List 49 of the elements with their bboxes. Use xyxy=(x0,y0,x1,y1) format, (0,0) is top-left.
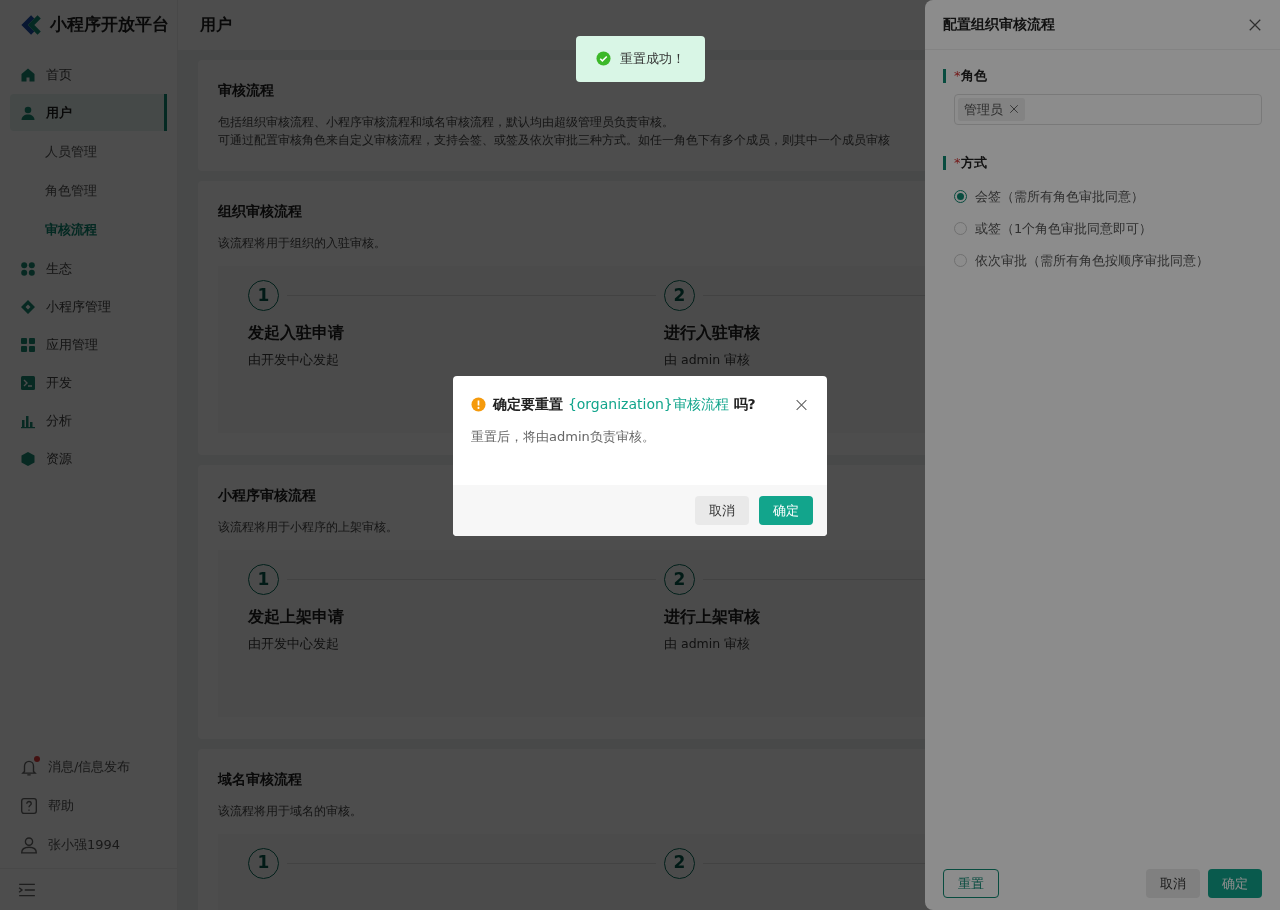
tag-input-field[interactable]: 管理员 xyxy=(954,93,1262,125)
role-tag: 管理员 xyxy=(958,97,1025,121)
radio-button[interactable] xyxy=(954,254,967,267)
logo-text: 小程序开放平台 xyxy=(50,13,169,37)
radio-button[interactable] xyxy=(954,190,967,203)
field-marker xyxy=(943,68,946,83)
sidebar-subitem[interactable]: 审核流程 xyxy=(0,210,177,249)
section-title: 小程序审核流程 xyxy=(218,485,317,505)
radio-label: 或签（1个角色审批同意即可） xyxy=(975,219,1153,238)
remove-icon[interactable] xyxy=(1009,104,1019,115)
home-icon xyxy=(20,66,36,83)
close-button[interactable] xyxy=(1248,17,1262,32)
warning-icon xyxy=(471,397,486,412)
terminal-icon xyxy=(20,374,36,391)
dialog-title: 确定要重置 {organization}审核流程 吗? xyxy=(493,395,757,414)
step-title: 发起入驻申请 xyxy=(248,322,345,344)
user-icon xyxy=(20,104,36,121)
person-icon xyxy=(20,835,38,854)
radio-button[interactable] xyxy=(954,222,967,235)
radio-label: 依次审批（需所有角色按顺序审批同意） xyxy=(975,251,1209,270)
four-dots-icon xyxy=(20,260,36,277)
cube-icon xyxy=(20,450,36,467)
section-title: 域名审核流程 xyxy=(218,769,303,789)
drawer-title: 配置组织审核流程 xyxy=(943,15,1055,34)
sidebar-item[interactable]: 用户 xyxy=(10,94,167,131)
close-icon xyxy=(795,397,808,412)
check-circle-icon xyxy=(596,51,611,67)
cancel-button[interactable]: 取消 xyxy=(695,495,749,525)
grid-icon xyxy=(20,336,36,353)
reset-button[interactable]: 重置 xyxy=(943,868,999,898)
close-icon xyxy=(1248,17,1262,32)
diamond-icon xyxy=(20,298,36,315)
step-title: 进行上架审核 xyxy=(664,605,761,628)
field-marker xyxy=(943,155,946,170)
toast: 重置成功！ xyxy=(576,36,705,82)
dialog-message: 重置后，将由admin负责审核。 xyxy=(470,428,656,446)
radio-label: 会签（需所有角色审批同意） xyxy=(975,187,1144,206)
card-title: 审核流程 xyxy=(218,81,275,100)
sidebar-item[interactable]: 资源 xyxy=(10,440,167,477)
step-title: 发起上架申请 xyxy=(248,605,345,628)
cancel-button[interactable]: 取消 xyxy=(1146,868,1200,898)
field-label: *角色 xyxy=(954,67,987,85)
close-button[interactable] xyxy=(795,397,809,412)
section-title: 组织审核流程 xyxy=(218,202,303,221)
help-icon xyxy=(20,796,38,815)
field-label: *方式 xyxy=(954,154,987,172)
confirm-button[interactable]: 确定 xyxy=(759,495,813,525)
step-title: 进行入驻审核 xyxy=(664,322,761,344)
confirm-button[interactable]: 确定 xyxy=(1208,868,1262,898)
